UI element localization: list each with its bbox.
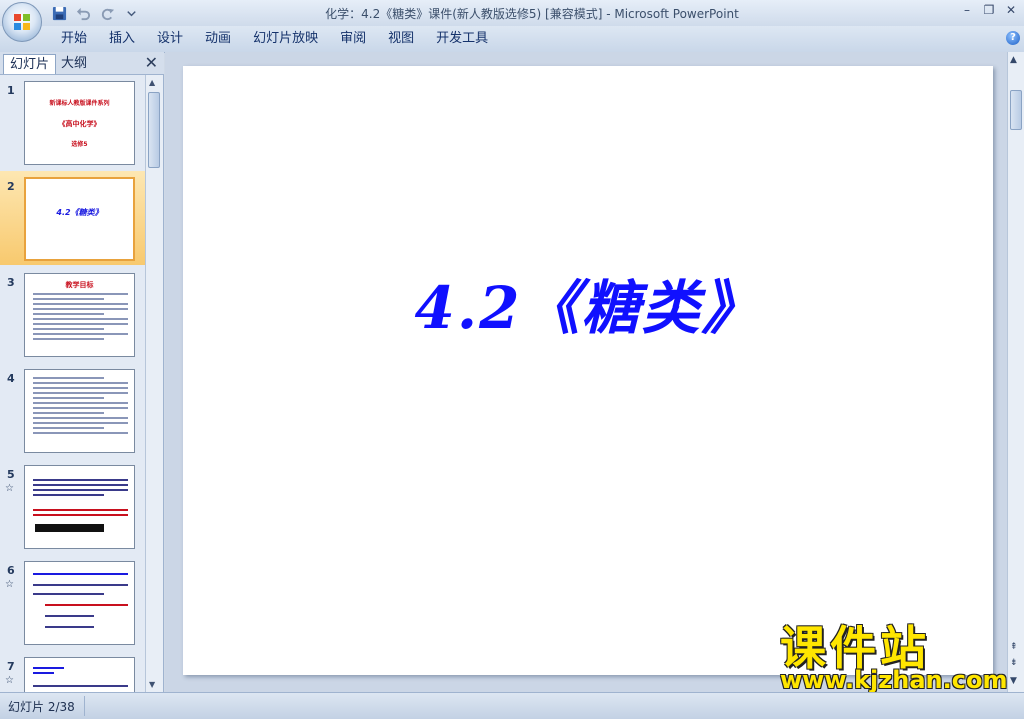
slide-title[interactable]: 4.2《糖类》: [183, 261, 993, 345]
thumb-text: 新课标人教版课件系列: [49, 100, 110, 107]
tab-outline[interactable]: 大纲: [55, 54, 93, 73]
slide-counter: 幻灯片 2/38: [8, 700, 75, 714]
status-bar: 幻灯片 2/38: [0, 692, 1024, 719]
thumb-text: 教学目标: [65, 281, 94, 289]
animation-star-icon: ☆: [5, 675, 14, 686]
thumb-text: 选修5: [71, 141, 88, 148]
scrollbar-thumb[interactable]: [1010, 90, 1022, 130]
thumbnail-scrollbar[interactable]: ▲ ▼: [145, 75, 163, 692]
thumb-text: 4.2《糖类》: [56, 208, 103, 217]
tab-design[interactable]: 设计: [146, 26, 194, 52]
status-divider: [84, 696, 85, 716]
slide-thumbnail-4[interactable]: 4: [0, 363, 145, 457]
slide-number: 2: [7, 180, 15, 193]
current-slide[interactable]: 4.2《糖类》: [183, 66, 993, 675]
animation-star-icon: ☆: [5, 579, 14, 590]
watermark-url: www.kjzhan.com: [780, 666, 1008, 694]
editor-scrollbar[interactable]: ▲ ⇞ ⇟ ▼: [1007, 52, 1024, 692]
slide-number: 5: [7, 468, 15, 481]
animation-star-icon: ☆: [5, 483, 14, 494]
thumb-text: 《高中化学》: [58, 120, 101, 128]
restore-button[interactable]: ❐: [978, 1, 1000, 19]
scroll-up-icon[interactable]: ▲: [1010, 55, 1017, 65]
office-button[interactable]: [2, 2, 42, 42]
scroll-down-icon[interactable]: ▼: [1010, 676, 1017, 686]
office-logo-icon: [14, 14, 30, 30]
scrollbar-thumb[interactable]: [148, 92, 160, 168]
slide-preview: [24, 657, 135, 692]
scroll-up-icon[interactable]: ▲: [149, 78, 155, 87]
slide-preview: [24, 465, 135, 549]
slide-thumbnail-list: 1 新课标人教版课件系列 《高中化学》 选修5 2 4.2《糖类》 3 教学目标…: [0, 75, 145, 692]
tab-insert[interactable]: 插入: [98, 26, 146, 52]
slide-preview: 新课标人教版课件系列 《高中化学》 选修5: [24, 81, 135, 165]
slide-thumbnail-7[interactable]: 7 ☆: [0, 651, 145, 692]
scroll-down-icon[interactable]: ▼: [149, 680, 155, 689]
slide-preview: 4.2《糖类》: [24, 177, 135, 261]
tab-slide-show[interactable]: 幻灯片放映: [242, 26, 329, 52]
ribbon: 开始 插入 设计 动画 幻灯片放映 审阅 视图 开发工具 ?: [0, 26, 1024, 53]
slide-number: 4: [7, 372, 15, 385]
ribbon-tabs: 开始 插入 设计 动画 幻灯片放映 审阅 视图 开发工具: [50, 26, 499, 52]
window-controls: – ❐ ✕: [956, 1, 1022, 19]
slide-thumbnail-3[interactable]: 3 教学目标: [0, 267, 145, 361]
window-title: 化学：4.2《糖类》课件(新人教版选修5) [兼容模式] - Microsoft…: [325, 7, 739, 21]
slide-number: 3: [7, 276, 15, 289]
previous-slide-icon[interactable]: ⇞: [1010, 642, 1018, 652]
slide-preview: 教学目标: [24, 273, 135, 357]
pane-tabs: 幻灯片 大纲 ✕: [0, 52, 164, 75]
tab-view[interactable]: 视图: [377, 26, 425, 52]
slide-number: 7: [7, 660, 15, 673]
tab-review[interactable]: 审阅: [329, 26, 377, 52]
slide-preview: [24, 369, 135, 453]
slide-editor: 4.2《糖类》: [165, 52, 1007, 692]
slide-thumbnail-2[interactable]: 2 4.2《糖类》: [0, 171, 145, 265]
slide-preview: [24, 561, 135, 645]
next-slide-icon[interactable]: ⇟: [1010, 658, 1018, 668]
tab-animations[interactable]: 动画: [194, 26, 242, 52]
slides-pane: 幻灯片 大纲 ✕ 1 新课标人教版课件系列 《高中化学》 选修5 2 4.2《糖…: [0, 52, 164, 692]
title-bar: 化学：4.2《糖类》课件(新人教版选修5) [兼容模式] - Microsoft…: [0, 0, 1024, 26]
minimize-button[interactable]: –: [956, 1, 978, 19]
slide-thumbnail-6[interactable]: 6 ☆: [0, 555, 145, 649]
tab-slides[interactable]: 幻灯片: [3, 54, 57, 74]
slide-number: 1: [7, 84, 15, 97]
help-icon[interactable]: ?: [1006, 31, 1020, 45]
slide-number: 6: [7, 564, 15, 577]
slide-thumbnail-5[interactable]: 5 ☆: [0, 459, 145, 553]
tab-home[interactable]: 开始: [50, 26, 98, 52]
tab-developer[interactable]: 开发工具: [425, 26, 499, 52]
close-window-button[interactable]: ✕: [1000, 1, 1022, 19]
close-pane-icon[interactable]: ✕: [145, 53, 158, 72]
slide-thumbnail-1[interactable]: 1 新课标人教版课件系列 《高中化学》 选修5: [0, 75, 145, 169]
